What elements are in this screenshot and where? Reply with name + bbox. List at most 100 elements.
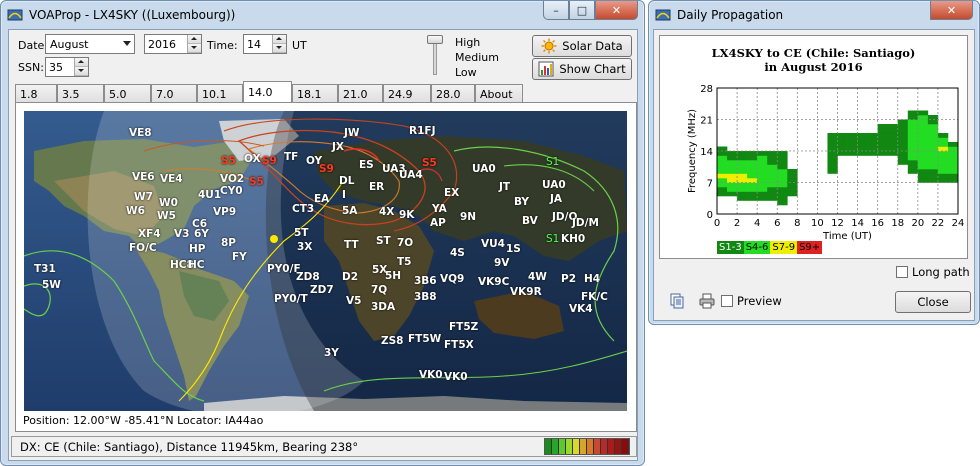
heatmap-cell (827, 137, 838, 143)
map-label: TF (284, 151, 299, 163)
heatmap-cell (837, 142, 848, 147)
tab-18-1[interactable]: 18.1 (292, 84, 338, 103)
world-map[interactable]: VE8 JW R1FJ S5 OX S9 TF OY JX ES UA3 S5 UA4 UA0 S1 VE6 V… (24, 111, 627, 411)
heatmap-cell (837, 133, 848, 138)
meter-segment (608, 439, 615, 454)
ssn-spinner[interactable]: 35 (45, 57, 89, 77)
legend-entry: S7-9 (770, 241, 798, 254)
map-label: 5W (42, 279, 61, 291)
heatmap-cell (757, 191, 768, 197)
heatmap-cell (777, 155, 788, 161)
signal-meter (544, 438, 630, 455)
heatmap-cell (937, 155, 949, 161)
heatmap-cell (737, 151, 748, 156)
map-label: 5H (385, 270, 402, 282)
heatmap-cell (927, 115, 939, 120)
x-tick-label: 16 (871, 218, 884, 229)
copy-icon[interactable] (669, 293, 685, 309)
long-path-checkbox[interactable]: Long path (896, 265, 970, 279)
map-label: FT5Z (449, 321, 479, 333)
heatmap-cell (747, 169, 758, 174)
heatmap-cell (777, 187, 788, 192)
heatmap-cell (907, 115, 919, 120)
tab-10-1[interactable]: 10.1 (197, 84, 243, 103)
map-label: W5 (157, 210, 176, 222)
meter-segment (601, 439, 608, 454)
legend-entry: S1-3 (717, 241, 744, 254)
tab-5-0[interactable]: 5.0 (104, 84, 151, 103)
tab-3-5[interactable]: 3.5 (57, 84, 104, 103)
slider-thumb[interactable] (427, 35, 443, 44)
daily-propagation-window: Daily Propagation ✕ LX4SKY to CE (Chile:… (648, 0, 980, 325)
checkbox-box[interactable] (896, 266, 908, 278)
heatmap-cell (927, 128, 939, 134)
heatmap-cell (737, 173, 748, 179)
month-value: August (50, 37, 89, 51)
x-tick-label: 24 (952, 218, 965, 229)
heatmap-cell (767, 155, 778, 161)
maximize-button[interactable]: □ (569, 1, 595, 20)
time-spinner[interactable]: 14 (243, 34, 287, 54)
spin-down-icon[interactable] (75, 67, 88, 76)
heatmap-cell (927, 142, 939, 147)
sun-icon (541, 38, 557, 54)
heatmap-cell (787, 169, 798, 174)
tab-14-0[interactable]: 14.0 (243, 81, 292, 103)
checkbox-box[interactable] (721, 295, 733, 307)
heatmap-cell (787, 182, 798, 188)
map-label: YA (432, 203, 447, 215)
heatmap-cell (917, 173, 929, 179)
tab-1-8[interactable]: 1.8 (15, 84, 57, 103)
map-label: BY (514, 196, 530, 208)
heatmap-cell (897, 119, 909, 125)
heatmap-cell (937, 146, 949, 152)
heatmap-cell (737, 187, 748, 192)
printer-icon[interactable] (699, 293, 715, 309)
heatmap-cell (937, 178, 949, 183)
map-label: V3 (174, 228, 190, 240)
level-slider[interactable] (427, 35, 443, 77)
meter-segment (559, 439, 566, 454)
heatmap-cell (717, 164, 728, 170)
spin-up-icon[interactable] (273, 35, 286, 44)
heatmap-cell (857, 146, 868, 152)
tab-21-0[interactable]: 21.0 (338, 84, 383, 103)
heatmap-cell (747, 164, 758, 170)
spin-down-icon[interactable] (273, 44, 286, 53)
close-window-button[interactable]: ✕ (930, 1, 973, 20)
spin-up-icon[interactable] (75, 58, 88, 67)
spin-up-icon[interactable] (188, 35, 201, 44)
y-tick-label: 21 (700, 116, 713, 127)
heatmap-cell (867, 133, 878, 138)
heatmap-cell (887, 133, 899, 138)
close-window-button[interactable]: ✕ (595, 1, 638, 20)
heatmap-cell (717, 178, 728, 183)
tab-24-9[interactable]: 24.9 (383, 84, 431, 103)
minimize-button[interactable]: – (543, 1, 569, 20)
close-button-label: Close (917, 295, 949, 309)
map-label: VE6 (132, 171, 155, 183)
tab-28-0[interactable]: 28.0 (431, 84, 475, 103)
year-spinner[interactable]: 2016 (144, 34, 202, 54)
map-label: ER (369, 181, 385, 193)
x-tick-label: 20 (911, 218, 924, 229)
heatmap-cell (847, 151, 858, 156)
heatmap-cell (867, 142, 878, 147)
tab-about[interactable]: About (475, 84, 523, 103)
heatmap-cell (757, 169, 768, 174)
heatmap-cell (927, 169, 939, 174)
heatmap-cell (907, 137, 919, 143)
close-button[interactable]: Close (895, 291, 971, 313)
tab-7-0[interactable]: 7.0 (151, 84, 197, 103)
show-chart-button[interactable]: Show Chart (532, 58, 632, 80)
heatmap-cell (907, 151, 919, 156)
y-tick-label: 0 (707, 210, 713, 221)
spin-down-icon[interactable] (188, 44, 201, 53)
month-select[interactable]: August (45, 34, 135, 54)
heatmap-cell (947, 160, 959, 165)
heatmap-cell (927, 160, 939, 165)
preview-checkbox[interactable]: Preview (721, 294, 782, 308)
heatmap-cell (927, 119, 939, 125)
map-label: UA0 (472, 163, 496, 175)
solar-data-button[interactable]: Solar Data (532, 35, 632, 57)
